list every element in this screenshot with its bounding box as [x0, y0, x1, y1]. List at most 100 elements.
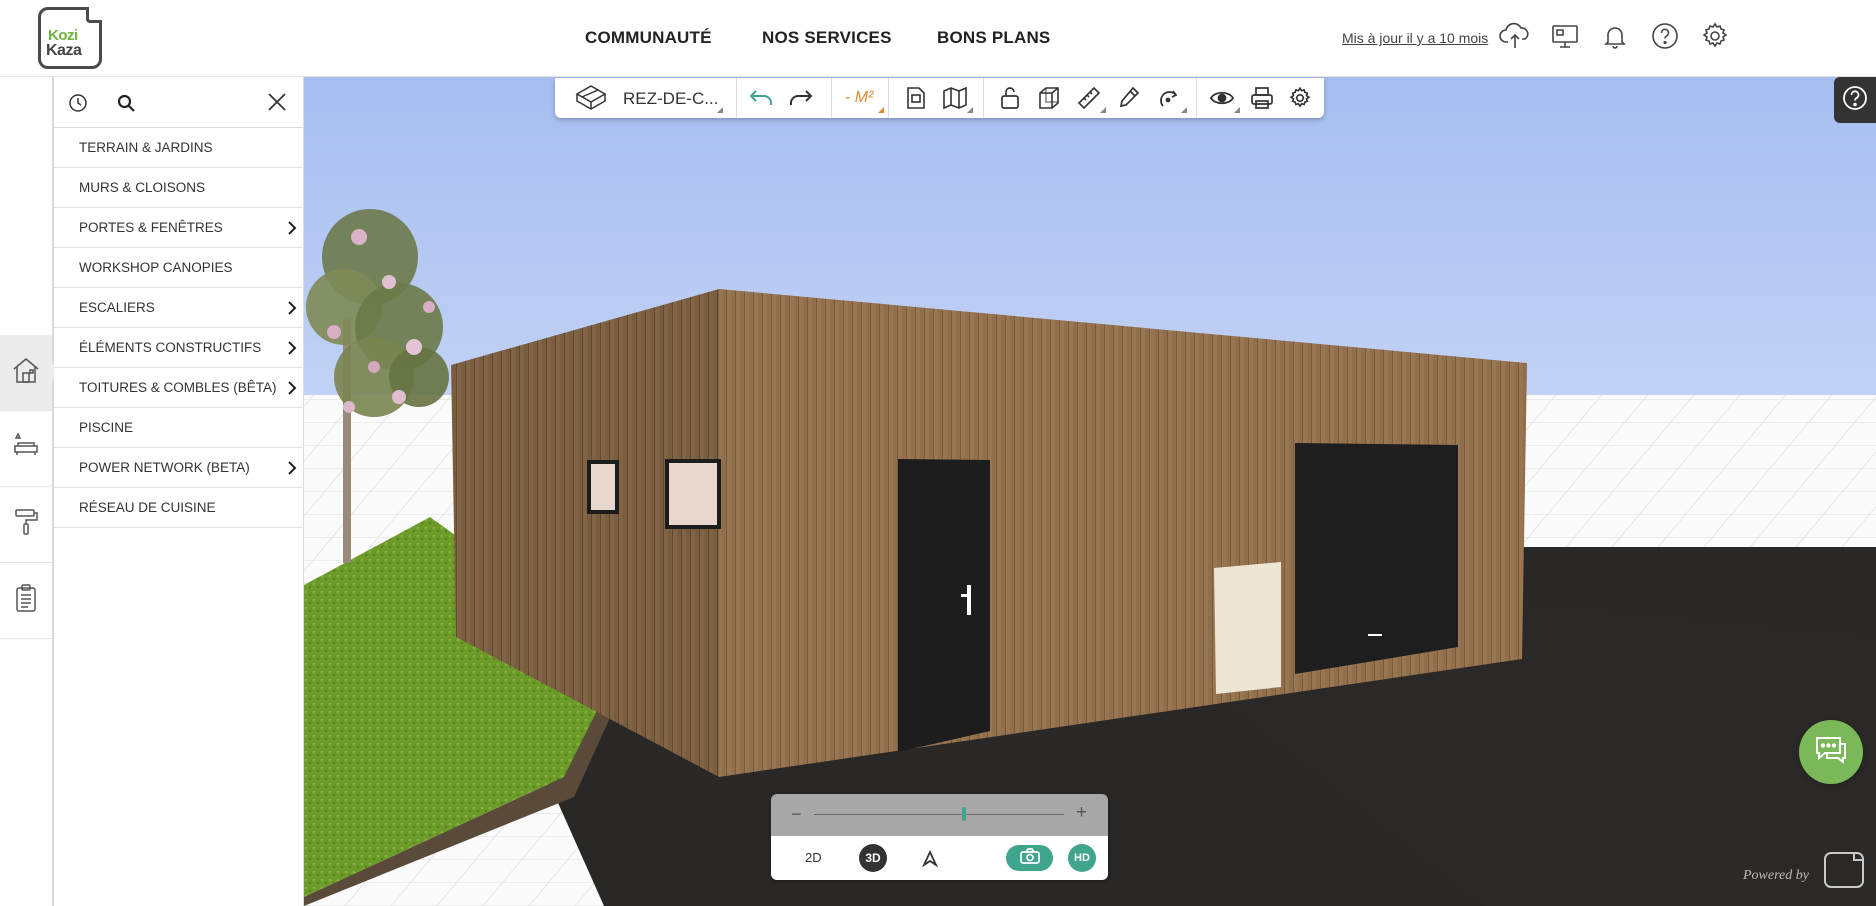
rail-list-button[interactable]: [0, 563, 52, 639]
toolbar-divider: [983, 78, 984, 118]
print-icon[interactable]: [1248, 84, 1276, 112]
catalog-item-toitures[interactable]: TOITURES & COMBLES (BÊTA): [54, 368, 303, 408]
help-tab-button[interactable]: [1834, 77, 1876, 123]
catalog-item-label: PORTES & FENÊTRES: [79, 220, 223, 235]
map-dropdown-mark: [967, 107, 973, 113]
redo-icon[interactable]: [787, 84, 815, 112]
house-icon: [10, 354, 42, 391]
catalog-item-reseau-cuisine[interactable]: RÉSEAU DE CUISINE: [54, 488, 303, 528]
3d-viewport[interactable]: [304, 77, 1876, 906]
catalog-item-label: POWER NETWORK (BETA): [79, 460, 250, 475]
nav-communaute[interactable]: COMMUNAUTÉ: [585, 28, 712, 48]
catalog-item-label: ÉLÉMENTS CONSTRUCTIFS: [79, 340, 262, 355]
chat-icon: [1813, 733, 1849, 772]
catalog-item-label: TOITURES & COMBLES (BÊTA): [79, 380, 277, 395]
catalog-item-label: TERRAIN & JARDINS: [79, 140, 213, 155]
search-icon[interactable]: [116, 93, 136, 118]
history-icon[interactable]: [68, 93, 88, 118]
editor-toolbar: REZ-DE-C... - M²: [555, 78, 1324, 118]
camera-icon: [1019, 847, 1041, 870]
document-icon[interactable]: [902, 84, 930, 112]
catalog-item-label: WORKSHOP CANOPIES: [79, 260, 233, 275]
powered-by-label: Powered by: [1743, 868, 1809, 883]
magnet-icon[interactable]: [1155, 84, 1183, 112]
gear-icon[interactable]: [1286, 84, 1314, 112]
chevron-right-icon: [287, 340, 297, 359]
unlock-icon[interactable]: [996, 84, 1024, 112]
settings-icon[interactable]: [1699, 20, 1731, 52]
help-icon[interactable]: [1649, 20, 1681, 52]
rail-build-button[interactable]: [0, 335, 61, 411]
catalog-item-workshop[interactable]: WORKSHOP CANOPIES: [54, 248, 303, 288]
help-circle-icon: [1841, 84, 1869, 117]
chat-button[interactable]: [1799, 720, 1863, 784]
level-dropdown-mark: [717, 107, 723, 113]
top-bar: Kozi Kaza COMMUNAUTÉ NOS SERVICES BONS P…: [0, 0, 1876, 77]
undo-icon[interactable]: [747, 84, 775, 112]
view-3d-button[interactable]: 3D: [859, 844, 887, 872]
clipboard-icon: [10, 582, 42, 619]
eye-icon[interactable]: [1208, 84, 1236, 112]
catalog-item-elements[interactable]: ÉLÉMENTS CONSTRUCTIFS: [54, 328, 303, 368]
logo-corner: [86, 7, 102, 23]
zoom-out-button[interactable]: −: [791, 804, 802, 825]
magnet-dropdown-mark: [1181, 107, 1187, 113]
zoom-in-button[interactable]: +: [1076, 802, 1087, 824]
catalog-item-portes[interactable]: PORTES & FENÊTRES: [54, 208, 303, 248]
zoom-bar: − +: [771, 794, 1108, 836]
view-2d-button[interactable]: 2D: [805, 850, 822, 865]
rail-paint-button[interactable]: [0, 487, 52, 563]
cloud-upload-icon[interactable]: [1499, 20, 1531, 52]
left-rail: [0, 77, 61, 906]
view-controls: − + 2D 3D HD: [771, 794, 1108, 880]
surface-display[interactable]: - M²: [845, 89, 873, 107]
zoom-slider-handle[interactable]: [962, 807, 966, 821]
rail-furnish-button[interactable]: [0, 411, 52, 487]
close-icon[interactable]: [266, 91, 288, 118]
ruler-icon[interactable]: [1075, 84, 1103, 112]
chevron-right-icon: [287, 460, 297, 479]
monitor-icon[interactable]: [1549, 20, 1581, 52]
chevron-right-icon: [287, 220, 297, 239]
navigation-arrow-icon[interactable]: [921, 849, 939, 872]
3d-box-icon[interactable]: [1035, 84, 1063, 112]
catalog-item-label: PISCINE: [79, 420, 134, 435]
view-dropdown-mark: [1234, 107, 1240, 113]
kozikaza-watermark-logo: [1822, 850, 1866, 895]
chevron-right-icon: [287, 300, 297, 319]
toolbar-divider: [888, 78, 889, 118]
toolbar-divider: [736, 78, 737, 118]
catalog-item-power-network[interactable]: POWER NETWORK (BETA): [54, 448, 303, 488]
sofa-icon: [10, 430, 42, 467]
catalog-item-piscine[interactable]: PISCINE: [54, 408, 303, 448]
surface-dropdown-mark: [878, 107, 884, 113]
logo-line2: Kaza: [46, 42, 82, 59]
ruler-dropdown-mark: [1100, 107, 1106, 113]
level-selector[interactable]: REZ-DE-C...: [623, 89, 718, 109]
kozikaza-logo[interactable]: Kozi Kaza: [38, 7, 102, 69]
paint-roller-icon: [10, 506, 42, 543]
camera-button[interactable]: [1006, 845, 1053, 871]
nav-bons-plans[interactable]: BONS PLANS: [937, 28, 1050, 48]
nav-nos-services[interactable]: NOS SERVICES: [762, 28, 892, 48]
toolbar-divider: [1196, 78, 1197, 118]
zoom-slider-track[interactable]: [814, 814, 1064, 815]
hd-button[interactable]: HD: [1068, 844, 1096, 872]
eyedropper-icon[interactable]: [1115, 84, 1143, 112]
catalog-item-label: RÉSEAU DE CUISINE: [79, 500, 216, 515]
catalog-item-terrain[interactable]: TERRAIN & JARDINS: [54, 128, 303, 168]
catalog-item-label: MURS & CLOISONS: [79, 180, 206, 195]
toolbar-divider: [831, 78, 832, 118]
catalog-item-murs[interactable]: MURS & CLOISONS: [54, 168, 303, 208]
3d-scene: [304, 77, 1876, 906]
catalog-header: [54, 77, 303, 128]
last-updated-link[interactable]: Mis à jour il y a 10 mois: [1342, 30, 1488, 46]
catalog-item-label: ESCALIERS: [79, 300, 155, 315]
catalog-panel: TERRAIN & JARDINS MURS & CLOISONS PORTES…: [54, 77, 304, 906]
chevron-right-icon: [287, 380, 297, 399]
view-mode-bar: 2D 3D HD: [771, 836, 1108, 880]
bell-icon[interactable]: [1599, 20, 1631, 52]
catalog-item-escaliers[interactable]: ESCALIERS: [54, 288, 303, 328]
map-icon[interactable]: [941, 84, 969, 112]
level-plan-icon[interactable]: [573, 84, 609, 112]
